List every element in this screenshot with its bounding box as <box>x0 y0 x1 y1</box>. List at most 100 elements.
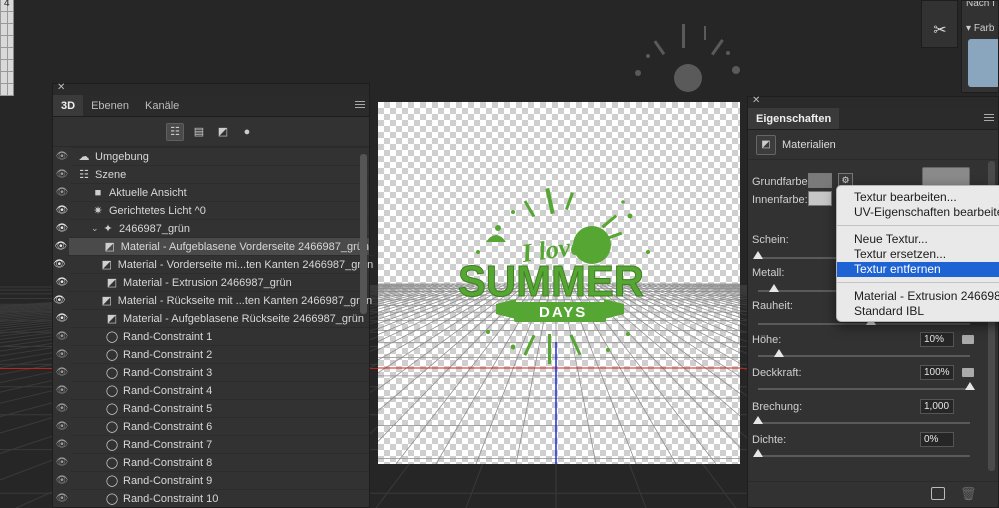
dichte-value[interactable]: 0% <box>920 432 954 447</box>
scene-tree-row[interactable]: 👁 ◩ Material - Aufgeblasene Vorderseite 24… <box>53 237 369 255</box>
scene-tree-row[interactable]: 👁 ◯ Rand-Constraint 6 <box>53 417 369 435</box>
scene-tree-row-body[interactable]: ◩ Material - Rückseite mit ...ten Kanten … <box>65 291 373 309</box>
scene-tree-row-body[interactable]: ◩ Material - Aufgeblasene Vorderseite 246… <box>68 237 369 255</box>
scene-tree-row-body[interactable]: ◯ Rand-Constraint 6 <box>71 417 369 435</box>
tools-icon[interactable]: ✂ <box>929 19 951 41</box>
trash-icon[interactable]: 🗑 <box>960 486 977 502</box>
scene-tree-row[interactable]: 👁 ◯ Rand-Constraint 3 <box>53 363 369 381</box>
visibility-eye-icon[interactable]: 👁 <box>53 223 71 234</box>
visibility-eye-icon[interactable]: 👁 <box>53 331 71 342</box>
scene-tree-row[interactable]: 👁 ◯ Rand-Constraint 9 <box>53 471 369 489</box>
rauheit-slider[interactable] <box>758 323 970 325</box>
scene-tree-row-body[interactable]: ◯ Rand-Constraint 1 <box>71 327 369 345</box>
context-menu-item[interactable]: Textur ersetzen... <box>837 247 999 262</box>
metall-slider-thumb[interactable] <box>769 284 779 292</box>
visibility-eye-icon[interactable]: 👁 <box>53 403 71 414</box>
scene-tree-row-body[interactable]: ⌄ ✦ 2466987_grün <box>71 219 369 237</box>
scene-tree-row-body[interactable]: ◩ Material - Vorderseite mi...ten Kanten … <box>65 255 374 273</box>
scene-tree-row[interactable]: 👁 ✷ Gerichtetes Licht ^0 <box>53 201 369 219</box>
tab-eigenschaften[interactable]: Eigenschaften <box>748 108 840 129</box>
context-menu-item[interactable]: Standard IBL <box>837 304 999 319</box>
hoehe-folder-icon[interactable] <box>962 335 974 344</box>
visibility-eye-icon[interactable]: 👁 <box>53 295 66 306</box>
visibility-eye-icon[interactable]: 👁 <box>53 313 71 324</box>
render-icon[interactable] <box>931 487 945 500</box>
scene-tree-row[interactable]: 👁 ◯ Rand-Constraint 5 <box>53 399 369 417</box>
scene-tree-row-body[interactable]: ◯ Rand-Constraint 8 <box>71 453 369 471</box>
visibility-eye-icon[interactable]: 👁 <box>53 475 71 486</box>
scene-tree-row[interactable]: 👁 ☷ Szene <box>53 165 369 183</box>
scene-tree-row-body[interactable]: ◯ Rand-Constraint 10 <box>71 489 369 507</box>
visibility-eye-icon[interactable]: 👁 <box>53 367 71 378</box>
context-menu-item[interactable]: UV-Eigenschaften bearbeiten... <box>837 205 999 220</box>
dichte-slider[interactable] <box>758 455 970 457</box>
document-canvas[interactable]: I love SUMMER DAYS <box>378 102 740 464</box>
visibility-eye-icon[interactable]: 👁 <box>53 277 71 288</box>
mesh-filter-icon[interactable]: ▤ <box>190 123 208 141</box>
light-filter-icon[interactable]: ● <box>238 123 256 141</box>
dichte-slider-thumb[interactable] <box>753 449 763 457</box>
scene-tree-row[interactable]: 👁 ◯ Rand-Constraint 7 <box>53 435 369 453</box>
close-icon[interactable]: ✕ <box>752 95 760 106</box>
scene-tree-row[interactable]: 👁 ◯ Rand-Constraint 4 <box>53 381 369 399</box>
scene-tree-row[interactable]: 👁 ◯ Rand-Constraint 1 <box>53 327 369 345</box>
visibility-eye-icon[interactable]: 👁 <box>53 421 71 432</box>
color-swatch[interactable] <box>968 39 998 87</box>
scene-tree-row-body[interactable]: ◯ Rand-Constraint 3 <box>71 363 369 381</box>
grundfarbe-swatch[interactable] <box>808 173 832 188</box>
innenfarbe-swatch[interactable] <box>808 191 832 206</box>
context-menu-item[interactable]: Material - Extrusion 2466987_grün <box>837 289 999 304</box>
visibility-eye-icon[interactable]: 👁 <box>53 385 71 396</box>
scene-tree-row-body[interactable]: ◯ Rand-Constraint 2 <box>71 345 369 363</box>
scene-tree-row-body[interactable]: ■ Aktuelle Ansicht <box>71 183 369 201</box>
scene-tree-row[interactable]: 👁 ◯ Rand-Constraint 2 <box>53 345 369 363</box>
context-menu-item[interactable]: Neue Textur... <box>837 232 999 247</box>
visibility-eye-icon[interactable]: 👁 <box>53 439 71 450</box>
visibility-eye-icon[interactable]: 👁 <box>53 169 71 180</box>
tab-ebenen[interactable]: Ebenen <box>83 95 137 116</box>
scene-tree-row-body[interactable]: ◯ Rand-Constraint 4 <box>71 381 369 399</box>
expand-chevron-icon[interactable]: ⌄ <box>91 223 101 234</box>
scene-tree-row[interactable]: 👁 ◩ Material - Aufgeblasene Rückseite 2466… <box>53 309 369 327</box>
material-filter-icon[interactable]: ◩ <box>214 123 232 141</box>
hoehe-slider[interactable] <box>758 355 970 357</box>
deckkraft-slider-thumb[interactable] <box>965 382 975 390</box>
scene-tree-row-body[interactable]: ◩ Material - Aufgeblasene Rückseite 24669… <box>71 309 369 327</box>
context-menu-item[interactable]: Textur entfernen <box>837 262 999 277</box>
scene-tree-row[interactable]: 👁 ◩ Material - Rückseite mit ...ten Kanten… <box>53 291 373 309</box>
visibility-eye-icon[interactable]: 👁 <box>53 259 66 270</box>
scene-tree-row[interactable]: 👁 ◯ Rand-Constraint 10 <box>53 489 369 507</box>
scene-tree-row-body[interactable]: ☷ Szene <box>71 165 369 183</box>
scene-tree-row-body[interactable]: ◯ Rand-Constraint 5 <box>71 399 369 417</box>
scene-tree-row[interactable]: 👁 ◩ Material - Vorderseite mi...ten Kanten… <box>53 255 374 273</box>
visibility-eye-icon[interactable]: 👁 <box>53 493 71 504</box>
scene-tree-row[interactable]: 👁 ■ Aktuelle Ansicht <box>53 183 369 201</box>
scene-tree-row[interactable]: 👁 ◯ Rand-Constraint 8 <box>53 453 369 471</box>
schein-slider-thumb[interactable] <box>753 251 763 259</box>
scene-tree-row[interactable]: 👁 ☁ Umgebung <box>53 147 369 165</box>
scene-tree-row[interactable]: 👁 ⌄ ✦ 2466987_grün <box>53 219 369 237</box>
brechung-slider[interactable] <box>758 422 970 424</box>
brechung-value[interactable]: 1,000 <box>920 399 954 414</box>
panel-menu-icon[interactable] <box>355 101 365 109</box>
visibility-eye-icon[interactable]: 👁 <box>53 349 71 360</box>
scene-tree-row[interactable]: 👁 ◩ Material - Extrusion 2466987_grün <box>53 273 369 291</box>
visibility-eye-icon[interactable]: 👁 <box>53 457 71 468</box>
context-menu-item[interactable]: Textur bearbeiten... <box>837 190 999 205</box>
tab-kanaele[interactable]: Kanäle <box>137 95 187 116</box>
scene-tree-row-body[interactable]: ✷ Gerichtetes Licht ^0 <box>71 201 369 219</box>
visibility-eye-icon[interactable]: 👁 <box>53 187 71 198</box>
scene-tree-scrollbar[interactable] <box>360 154 367 314</box>
scene-tree-row-body[interactable]: ☁ Umgebung <box>71 147 369 165</box>
visibility-eye-icon[interactable]: 👁 <box>53 151 71 162</box>
visibility-eye-icon[interactable]: 👁 <box>53 205 71 216</box>
scene-tree-row-body[interactable]: ◩ Material - Extrusion 2466987_grün <box>71 273 369 291</box>
brechung-slider-thumb[interactable] <box>753 416 763 424</box>
deckkraft-value[interactable]: 100% <box>920 365 954 380</box>
scene-filter-icon[interactable]: ☷ <box>166 122 184 141</box>
scene-tree-row-body[interactable]: ◯ Rand-Constraint 9 <box>71 471 369 489</box>
visibility-eye-icon[interactable]: 👁 <box>53 241 69 252</box>
scene-tree-row-body[interactable]: ◯ Rand-Constraint 7 <box>71 435 369 453</box>
hoehe-slider-thumb[interactable] <box>774 349 785 357</box>
hoehe-value[interactable]: 10% <box>920 332 954 347</box>
